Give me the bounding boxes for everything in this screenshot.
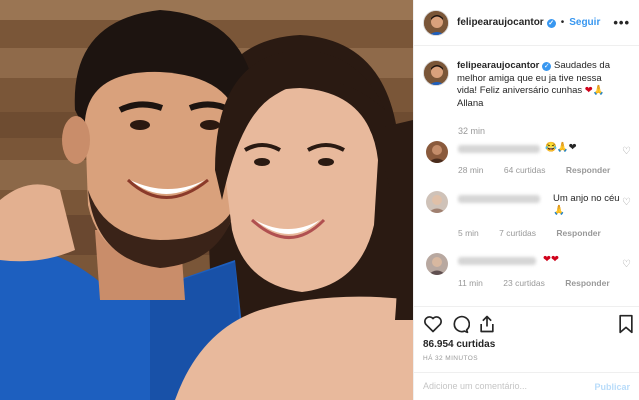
comment-meta: 28 min 64 curtidas Responder [458,165,628,175]
post-header: felipearaujocantor ✓ • Seguir ••• [414,0,639,46]
caption-avatar[interactable] [423,60,449,86]
caption-avatar-image [424,61,448,85]
commenter-avatar-image [426,141,448,163]
bookmark-icon [619,314,633,334]
comment-likes[interactable]: 23 curtidas [503,278,545,288]
post-caption: felipearaujocantor ✓ Saudades da melhor a… [423,60,633,110]
reply-button[interactable]: Responder [556,228,600,238]
commenter-avatar-image [426,191,448,213]
comment-meta: 5 min 7 curtidas Responder [458,228,619,238]
reply-button[interactable]: Responder [565,278,609,288]
commenter-avatar-image [426,253,448,275]
commenter-avatar[interactable] [426,191,448,213]
caption-time: 32 min [458,126,486,136]
post-timestamp: HÁ 32 MINUTOS [423,355,478,362]
share-icon[interactable] [477,314,497,339]
commenter-name-blurred [458,195,540,203]
more-options-icon[interactable]: ••• [613,15,630,30]
actions-divider [414,306,639,307]
commenter-avatar[interactable] [426,141,448,163]
share-upload-icon [480,315,494,333]
caption-text: felipearaujocantor ✓ Saudades da melhor a… [457,60,623,110]
verified-badge-icon: ✓ [546,19,556,28]
follow-button[interactable]: Seguir [569,17,600,28]
like-heart-icon[interactable] [423,314,443,339]
comment-item: ❤❤ 11 min 23 curtidas Responder ♡ [423,253,633,297]
likes-count[interactable]: 86.954 curtidas [423,339,495,350]
comment-text: 😂🙏❤ [545,142,577,153]
speech-bubble-icon [453,315,471,334]
author-avatar-image [424,10,448,35]
comment-time[interactable]: 5 min [458,228,479,238]
author-avatar[interactable] [423,9,449,36]
caption-emoji: ❤🙏 [584,85,605,96]
comment-like-heart-icon[interactable]: ♡ [622,197,631,208]
heart-outline-icon [424,316,442,333]
publish-button[interactable]: Publicar [594,382,630,392]
comment-text: ❤❤ [543,254,559,265]
action-bar [423,314,635,336]
comment-text: Um anjo no céu 🙏 [553,193,620,216]
reply-button[interactable]: Responder [566,165,610,175]
comment-likes[interactable]: 7 curtidas [499,228,536,238]
comment-bubble-icon[interactable] [450,314,471,339]
comment-time[interactable]: 11 min [458,278,483,288]
couple-photo-illustration [0,0,413,400]
comment-item: 😂🙏❤ 28 min 64 curtidas Responder ♡ [423,141,633,185]
comment-like-heart-icon[interactable]: ♡ [622,259,631,270]
author-username[interactable]: felipearaujocantor ✓ [457,17,556,28]
add-comment-bar: Publicar [414,372,639,400]
verified-badge-icon: ✓ [542,62,552,71]
add-comment-input[interactable] [423,381,583,391]
post-photo[interactable] [0,0,413,400]
caption-username[interactable]: felipearaujocantor [457,60,539,71]
commenter-avatar[interactable] [426,253,448,275]
comment-likes[interactable]: 64 curtidas [504,165,546,175]
comment-meta: 11 min 23 curtidas Responder [458,278,628,288]
commenter-name-blurred [458,145,540,153]
caption-signature: Allana [457,97,484,109]
comment-time[interactable]: 28 min [458,165,484,175]
comment-like-heart-icon[interactable]: ♡ [622,146,631,157]
post-side-panel: felipearaujocantor ✓ • Seguir ••• felipea… [413,0,639,400]
save-bookmark-icon[interactable] [617,314,635,339]
header-separator: • [560,17,565,28]
comment-item: Um anjo no céu 🙏 5 min 7 curtidas Respon… [423,191,633,238]
commenter-name-blurred [458,257,536,265]
